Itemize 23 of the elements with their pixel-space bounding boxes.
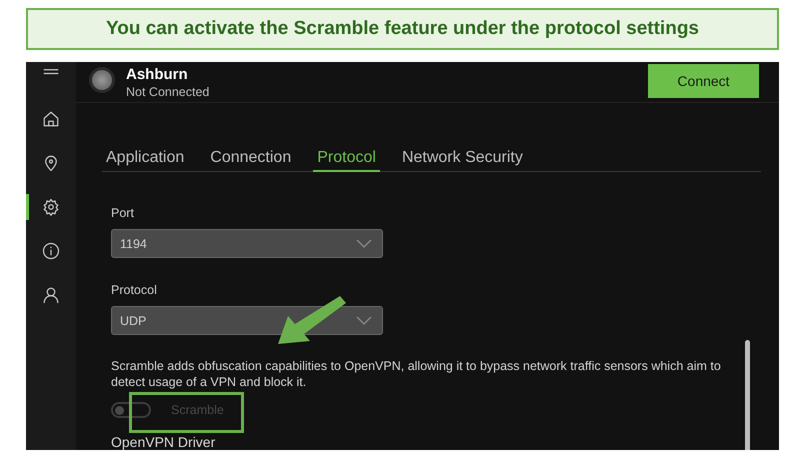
tab[interactable]: Network Security [398,149,527,172]
chevron-icon [356,239,372,248]
connect-button[interactable]: Connect [648,64,759,98]
location-pin-icon [42,154,60,172]
tab[interactable]: Connection [206,149,296,172]
caption-banner: You can activate the Scramble feature under the protocol settings [26,8,779,50]
connection-status: Not Connected [126,85,210,99]
dropdown[interactable]: UDP [111,306,383,335]
chevron-icon [356,316,372,325]
section-heading: OpenVPN Driver [111,434,216,450]
annotation-arrow [278,296,346,344]
dropdown[interactable]: 1194 [111,229,383,258]
home-icon [42,110,60,128]
tab[interactable]: Protocol [313,149,380,172]
scramble-description: Scramble adds obfuscation capabilities to OpenVPN, allowing it to bypass network traffic sensors which aim to detect usage of a VPN and block it. [111,358,722,390]
info-icon [42,242,60,260]
user-icon [42,286,60,304]
field-label: Protocol [111,283,158,297]
tab[interactable]: Application [102,149,188,172]
toggle-label: Scramble [171,403,224,417]
settings-icon [42,198,60,216]
server-name: Ashburn [126,66,189,83]
field-label: Port [111,206,135,220]
